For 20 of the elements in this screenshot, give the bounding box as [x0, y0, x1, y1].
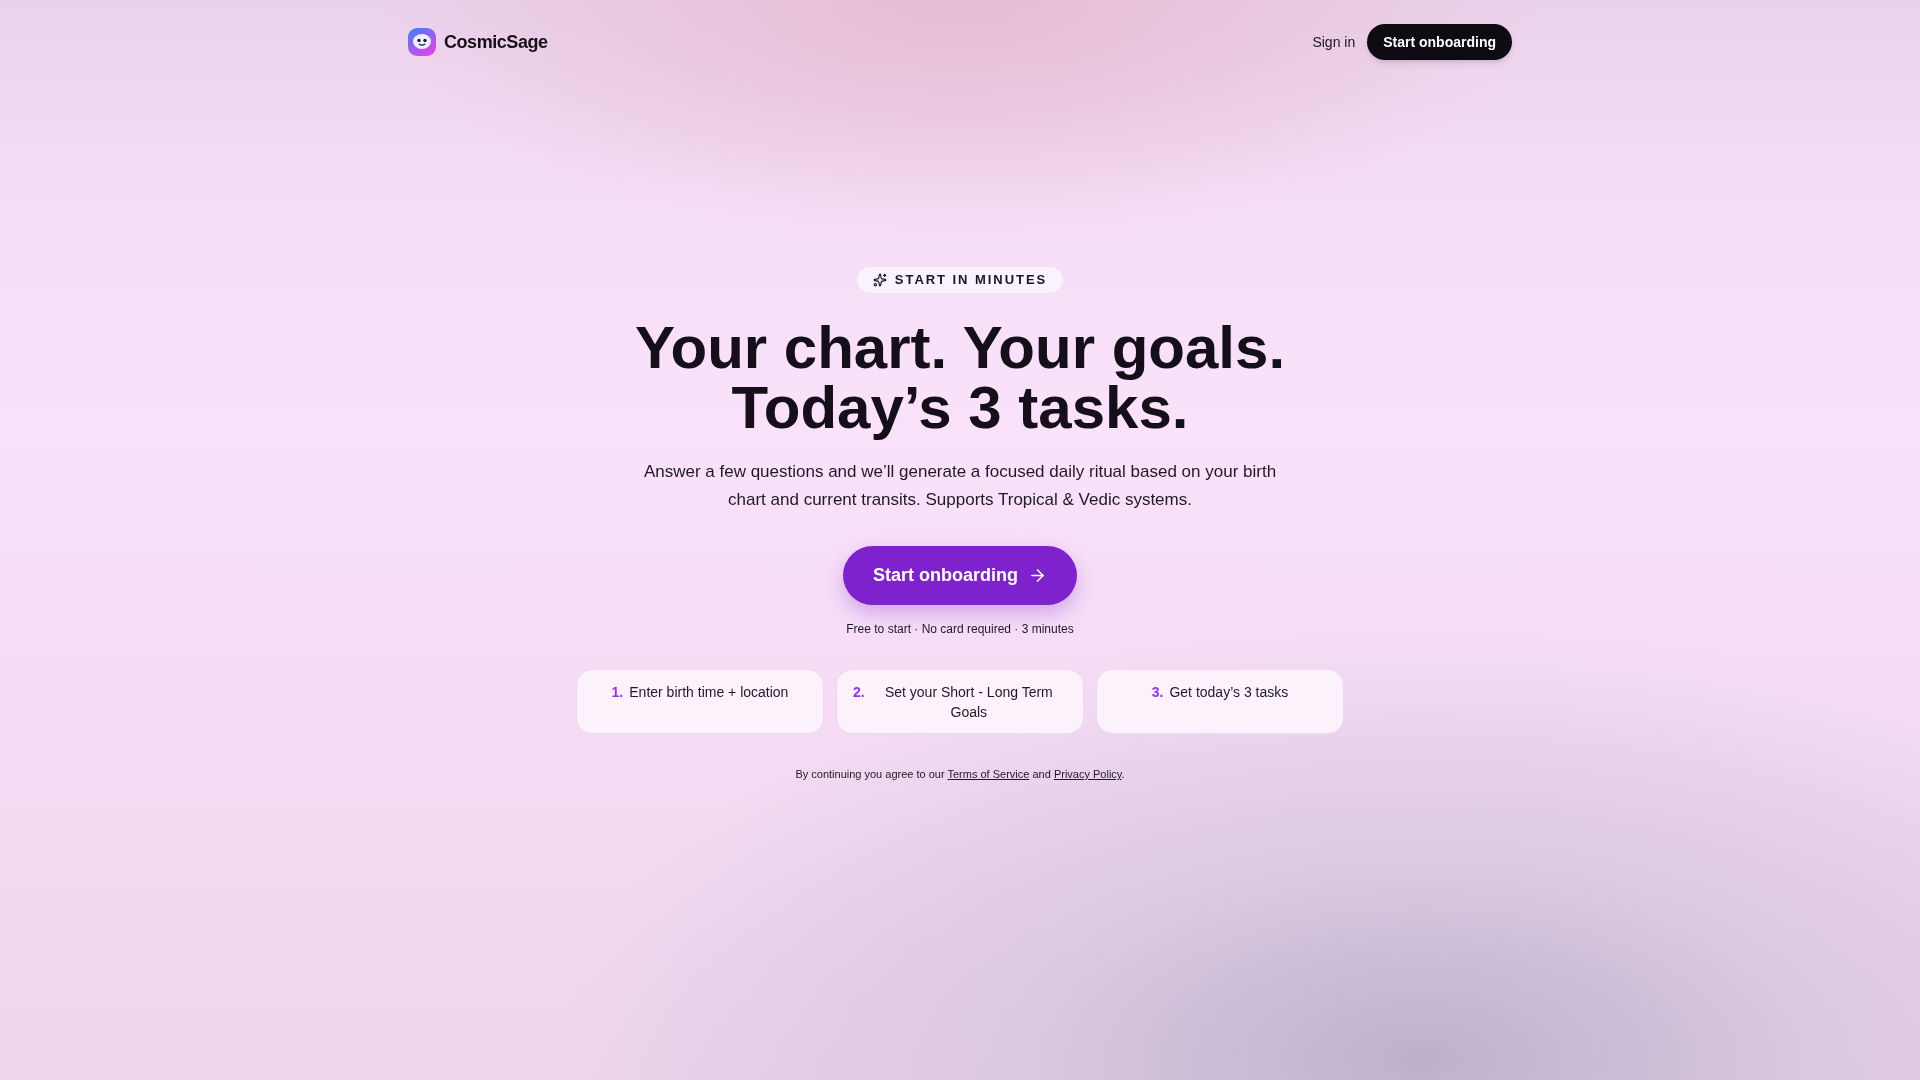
step-text: Enter birth time + location: [629, 683, 789, 702]
sign-in-link[interactable]: Sign in: [1312, 31, 1356, 53]
consent-text: By continuing you agree to our Terms of Service and Privacy Policy.: [795, 767, 1125, 782]
step-text: Set your Short - Long Term Goals: [883, 683, 1054, 722]
start-onboarding-button[interactable]: Start onboarding: [1367, 24, 1512, 60]
policy-link[interactable]: Privacy Policy: [1053, 768, 1122, 780]
brand-name: CosmicSage: [444, 30, 548, 54]
arrow-right-icon: [1028, 566, 1047, 585]
sparkles-icon: [872, 273, 887, 287]
step-number: 1.: [611, 683, 624, 702]
step-number: 2.: [853, 683, 865, 702]
step-number: 3.: [1151, 683, 1164, 702]
robot-head-icon: [408, 28, 436, 56]
headline: Your chart. Your goals. Today’s 3 tasks.: [634, 318, 1286, 438]
policy-link[interactable]: Terms of Service: [947, 768, 1030, 780]
start-onboarding-button[interactable]: Start onboarding: [843, 546, 1077, 605]
step-text: Get today’s 3 tasks: [1169, 683, 1289, 702]
description: Answer a few questions and we’ll generate a focused daily ritual based on your birth chart and current transits. Supports Tropical & Vedic systems.: [642, 461, 1278, 511]
badge-label: START IN MINUTES: [894, 271, 1048, 290]
fine-print: Free to start · No card required · 3 minutes: [846, 621, 1074, 637]
